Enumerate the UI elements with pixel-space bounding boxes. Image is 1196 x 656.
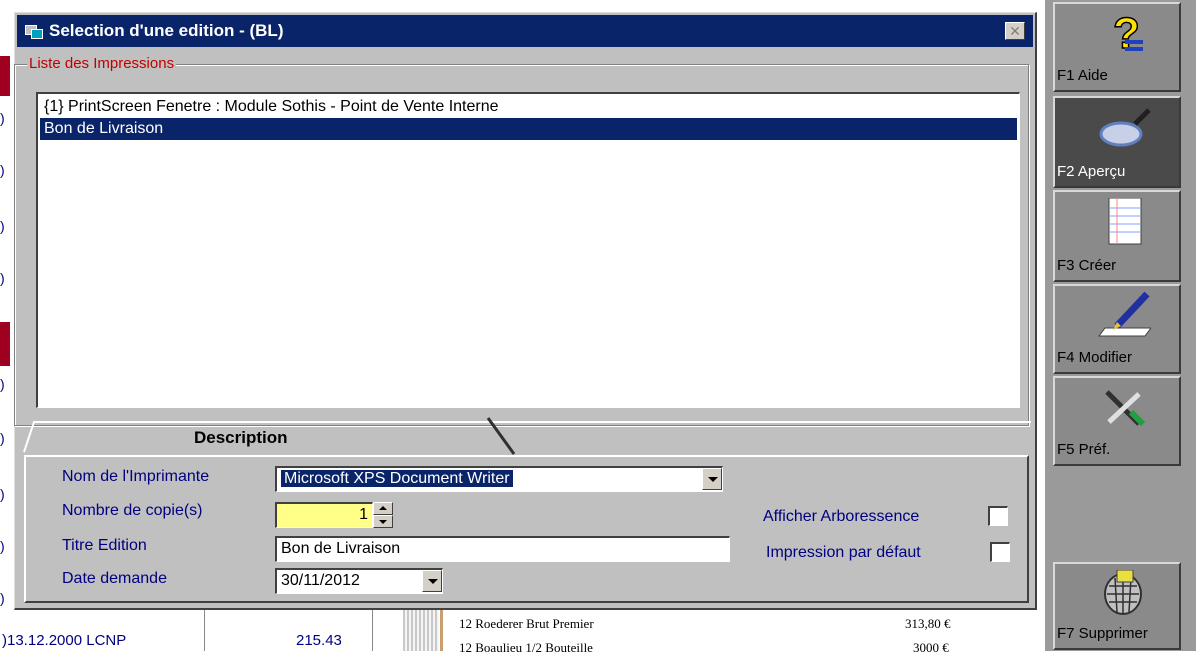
increment-icon[interactable] xyxy=(373,502,393,515)
print-list-group-label: Liste des Impressions xyxy=(27,55,177,72)
tree-label: Afficher Arboressence xyxy=(763,508,920,525)
app-icon xyxy=(25,23,43,39)
help-button[interactable]: ? F1 Aide xyxy=(1053,2,1181,92)
preview-button-label: F2 Aperçu xyxy=(1057,163,1126,180)
background-marker: ) xyxy=(0,270,5,286)
tree-checkbox[interactable] xyxy=(988,506,1008,526)
preferences-button[interactable]: F5 Préf. xyxy=(1053,376,1181,466)
magnifier-icon xyxy=(1099,108,1151,147)
copies-stepper[interactable] xyxy=(373,502,393,528)
new-document-icon xyxy=(1108,198,1142,245)
background-receipt-edge xyxy=(403,606,439,651)
copies-input[interactable]: 1 xyxy=(275,502,373,528)
list-item[interactable]: {1} PrintScreen Fenetre : Module Sothis … xyxy=(40,96,1017,118)
date-dropdown-button[interactable] xyxy=(422,570,442,592)
help-icon: ? xyxy=(1112,10,1143,58)
chevron-down-icon xyxy=(428,579,438,584)
background-cell xyxy=(205,606,373,651)
printer-dropdown-button[interactable] xyxy=(702,468,722,490)
date-value: 30/11/2012 xyxy=(281,572,360,589)
printer-select-value: Microsoft XPS Document Writer xyxy=(281,470,513,487)
chevron-down-icon xyxy=(708,477,718,482)
background-receipt: 12 Roederer Brut Premier 313,80 € 12 Boa… xyxy=(403,606,985,655)
preferences-button-label: F5 Préf. xyxy=(1057,441,1111,458)
default-print-checkbox[interactable] xyxy=(990,542,1010,562)
preview-button[interactable]: F2 Aperçu xyxy=(1053,96,1181,188)
background-marker: ) xyxy=(0,110,5,126)
background-marker: ) xyxy=(0,218,5,234)
receipt-price: 313,80 € xyxy=(905,616,951,631)
default-print-label: Impression par défaut xyxy=(766,544,921,561)
pen-icon xyxy=(1098,292,1151,337)
title-label: Titre Edition xyxy=(62,537,147,554)
list-item-selected[interactable]: Bon de Livraison xyxy=(40,118,1017,140)
background-accent xyxy=(0,56,10,96)
tools-icon xyxy=(1105,390,1146,427)
receipt-line: 12 Boaulieu 1/2 Bouteille xyxy=(459,640,593,655)
background-row-date: )13.12.2000 LCNP xyxy=(2,632,127,649)
trash-icon xyxy=(1104,570,1142,615)
receipt-line: 12 Roederer Brut Premier xyxy=(459,616,594,631)
dialog-title: Selection d'une edition - (BL) xyxy=(49,21,284,40)
printer-select[interactable]: Microsoft XPS Document Writer xyxy=(275,466,723,492)
date-select[interactable]: 30/11/2012 xyxy=(275,568,443,594)
close-button[interactable]: ✕ xyxy=(1005,22,1025,40)
dialog-titlebar[interactable]: Selection d'une edition - (BL) ✕ xyxy=(17,15,1033,47)
decrement-icon[interactable] xyxy=(373,515,393,528)
background-marker: ) xyxy=(0,162,5,178)
print-list[interactable]: {1} PrintScreen Fenetre : Module Sothis … xyxy=(36,92,1020,408)
create-button-label: F3 Créer xyxy=(1057,257,1117,274)
receipt-price: 3000 € xyxy=(913,640,949,655)
background-marker: ) xyxy=(0,376,5,392)
function-toolbar: ? F1 Aide F2 Aperçu F3 Créer F4 Modifier xyxy=(1045,0,1196,651)
help-button-label: F1 Aide xyxy=(1057,67,1108,84)
delete-button-label: F7 Supprimer xyxy=(1057,625,1148,642)
background-row-amount: 215.43 xyxy=(296,632,342,649)
tab-description[interactable]: Description xyxy=(194,428,288,448)
copies-label: Nombre de copie(s) xyxy=(62,502,203,519)
delete-button[interactable]: F7 Supprimer xyxy=(1053,562,1181,650)
create-button[interactable]: F3 Créer xyxy=(1053,190,1181,282)
edit-button[interactable]: F4 Modifier xyxy=(1053,284,1181,374)
printer-label: Nom de l'Imprimante xyxy=(62,468,210,485)
edit-button-label: F4 Modifier xyxy=(1057,349,1133,366)
background-accent xyxy=(0,322,10,366)
date-label: Date demande xyxy=(62,570,167,587)
title-input[interactable]: Bon de Livraison xyxy=(275,536,730,562)
